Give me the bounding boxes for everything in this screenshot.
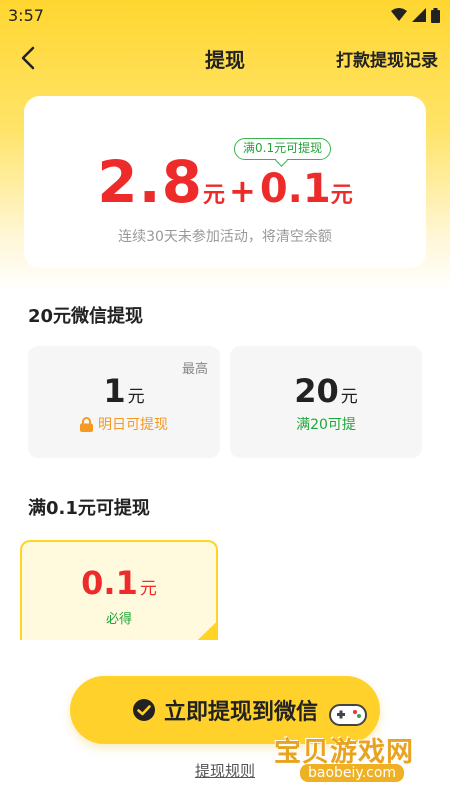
watermark: 宝贝游戏网 baobeiy.com <box>270 700 450 800</box>
option-status-text: 必得 <box>105 612 132 627</box>
option-amount-unit: 元 <box>127 387 145 407</box>
option-status-text: 满20可提 <box>296 417 356 433</box>
battery-icon <box>431 7 440 23</box>
watermark-url: baobeiy.com <box>300 764 405 782</box>
option-amount-unit: 元 <box>139 579 157 599</box>
bonus-unit: 元 <box>330 183 353 208</box>
signal-icon <box>412 8 426 22</box>
status-bar: 3:57 <box>0 0 450 30</box>
main-amount: 2.8 <box>97 148 204 216</box>
option-amount-value: 1 <box>103 372 126 410</box>
withdraw-option-0-1-selected[interactable]: 0.1 元 必得 <box>20 540 218 642</box>
selected-check-icon <box>194 620 216 642</box>
wechat-check-icon <box>132 699 155 721</box>
wifi-icon <box>391 8 407 21</box>
option-amount: 1元 <box>28 372 220 410</box>
option-status: 明日可提现 <box>28 414 220 434</box>
plus-sign: + <box>229 172 256 210</box>
option-status: 满20可提 <box>230 414 422 434</box>
gamepad-icon <box>329 704 367 726</box>
withdraw-option-20[interactable]: 20 元 满20可提 <box>230 346 422 458</box>
nav-bar: 提现 打款提现记录 <box>0 30 450 86</box>
balance-card: 满0.1元可提现 2.8元 +0.1元 连续30天未参加活动，将清空余额 <box>24 96 426 268</box>
wechat-section-title: 20元微信提现 <box>28 306 144 327</box>
withdraw-option-1[interactable]: 最高 1元 明日可提现 <box>28 346 220 458</box>
balance-amount: 2.8元 +0.1元 <box>24 148 426 216</box>
option-status-text: 明日可提现 <box>98 417 168 433</box>
payout-records-link[interactable]: 打款提现记录 <box>336 46 438 71</box>
small-withdraw-section-title: 满0.1元可提现 <box>28 498 150 519</box>
main-unit: 元 <box>203 183 226 208</box>
option-amount-value: 0.1 <box>81 564 138 602</box>
withdraw-rules-link[interactable]: 提现规则 <box>195 762 255 780</box>
status-time: 3:57 <box>8 5 44 25</box>
balance-notice: 连续30天未参加活动，将清空余额 <box>118 229 332 245</box>
option-amount-value: 20 <box>294 372 339 410</box>
lock-icon <box>80 416 93 432</box>
option-amount-unit: 元 <box>340 387 358 407</box>
option-amount: 0.1 元 <box>22 564 216 602</box>
option-amount: 20 元 <box>230 372 422 410</box>
status-icons <box>391 7 440 23</box>
bonus-amount: 0.1 <box>259 166 331 212</box>
